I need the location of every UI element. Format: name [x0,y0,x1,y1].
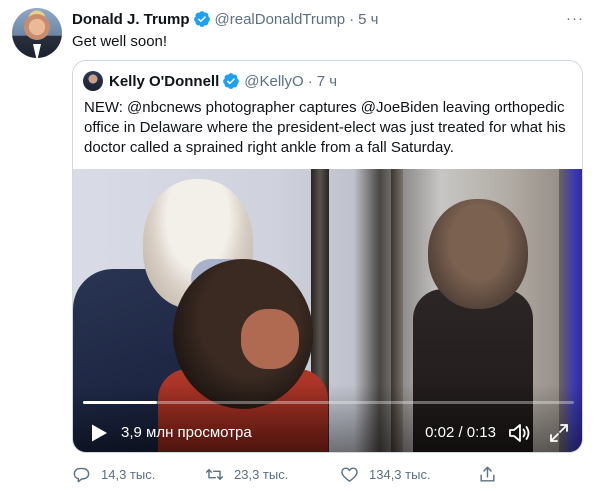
retweet-button[interactable]: 23,3 тыс. [205,462,288,486]
quoted-author-handle: @KellyO [244,72,304,90]
verified-icon [223,73,240,89]
video-controls-shade [73,384,582,452]
retweet-icon [205,468,224,480]
share-icon [480,466,495,482]
avatar[interactable] [12,8,62,58]
like-button[interactable]: 134,3 тыс. [340,462,431,486]
tweet-header: Donald J. Trump @realDonaldTrump · 5 ч [72,9,378,29]
tweet-text: Get well soon! [72,33,168,50]
separator-dot: · [349,10,355,28]
quoted-header: Kelly O'Donnell @KellyO · 7 ч [83,71,337,91]
reply-button[interactable]: 14,3 тыс. [72,462,155,486]
quoted-time: 7 ч [316,72,338,90]
author-handle[interactable]: @realDonaldTrump [215,11,346,28]
video-scene-person-2-face [241,309,299,369]
quoted-avatar [83,71,103,91]
author-name[interactable]: Donald J. Trump [72,11,190,28]
reply-count: 14,3 тыс. [101,466,156,482]
quoted-text: NEW: @nbcnews photographer captures @Joe… [84,99,566,156]
reply-icon [73,467,90,482]
play-icon[interactable] [89,423,109,443]
sound-icon[interactable] [508,422,532,444]
share-button[interactable] [478,462,497,486]
video-views: 3,9 млн просмотра [121,424,252,441]
video-progress-fill [83,401,157,404]
tweet-actions: 14,3 тыс. 23,3 тыс. 134,3 тыс. [72,462,512,486]
tweet-time[interactable]: 5 ч [358,11,378,28]
tweet[interactable]: Donald J. Trump @realDonaldTrump · 5 ч ·… [0,0,600,491]
like-icon [341,466,358,482]
like-count: 134,3 тыс. [369,466,431,482]
more-icon[interactable]: ··· [566,10,584,27]
retweet-count: 23,3 тыс. [234,466,289,482]
video-scene-reflection-head [428,199,528,309]
fullscreen-icon[interactable] [548,422,570,444]
video-timecode: 0:02 / 0:13 [425,424,496,441]
quoted-tweet[interactable]: Kelly O'Donnell @KellyO · 7 ч NEW: @nbcn… [72,60,583,453]
separator-dot: · [307,72,313,90]
video-progress-bar[interactable] [83,401,574,404]
video-player[interactable]: 3,9 млн просмотра 0:02 / 0:13 [73,169,582,452]
quoted-author-name: Kelly O'Donnell [109,72,220,90]
verified-icon [193,11,210,27]
